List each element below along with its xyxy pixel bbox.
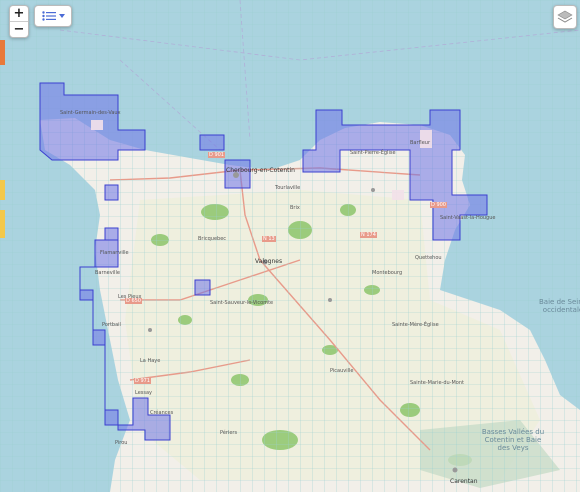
place-label: Picauville [330,368,354,374]
layers-button[interactable] [553,5,577,29]
list-icon [41,11,56,21]
side-strip-yellow [0,210,5,238]
place-label: Brix [290,205,300,211]
layers-icon [557,10,573,23]
place-label: Saint-Germain-des-Vaux [60,110,121,116]
place-label: Cherbourg-en-Cotentin [226,167,295,174]
place-label: Montebourg [372,270,403,276]
side-strip-orange [0,40,5,65]
road-label: D 971 [134,378,151,384]
place-label: Saint-Sauveur-le-Vicomte [210,300,274,306]
road-label: D 901 [208,152,225,158]
zoom-out-button[interactable]: − [10,22,28,37]
place-label: Bricquebec [198,236,227,242]
place-label: Saint-Pierre-Église [350,150,396,156]
place-label: Barfleur [410,140,430,146]
place-label: Créances [150,410,174,416]
map-canvas[interactable] [0,0,580,492]
place-label: La Haye [140,358,161,364]
legend-dropdown-button[interactable] [34,5,72,27]
place-label: Portbail [102,322,121,328]
place-label: Lessay [135,390,153,396]
place-label: Sainte-Mère-Église [392,322,439,328]
place-label: Carentan [450,478,478,485]
bay-label: Basses Vallées du Cotentin et Baie des V… [481,428,545,452]
road-label: D 650 [125,298,142,304]
place-label: Saint-Vaast-la-Hougue [440,215,496,221]
place-label: Quettehou [415,255,442,261]
chevron-down-icon [58,14,65,18]
side-strip-yellow [0,180,5,200]
place-label: Pirou [115,440,128,446]
place-label: Flamanville [100,250,129,256]
road-label: D 900 [430,202,447,208]
place-label: Tourlaville [275,185,301,191]
place-label: Sainte-Marie-du-Mont [410,380,464,386]
road-label: N 174 [360,232,377,238]
zoom-in-button[interactable]: + [10,6,28,22]
zoom-control: + − [9,5,29,38]
place-label: Périers [220,430,238,436]
place-label: Valognes [255,258,283,265]
road-label: N 13 [262,236,276,242]
place-label: Barneville [95,270,120,276]
bay-label: Baie de Seine occidentale [539,298,580,314]
